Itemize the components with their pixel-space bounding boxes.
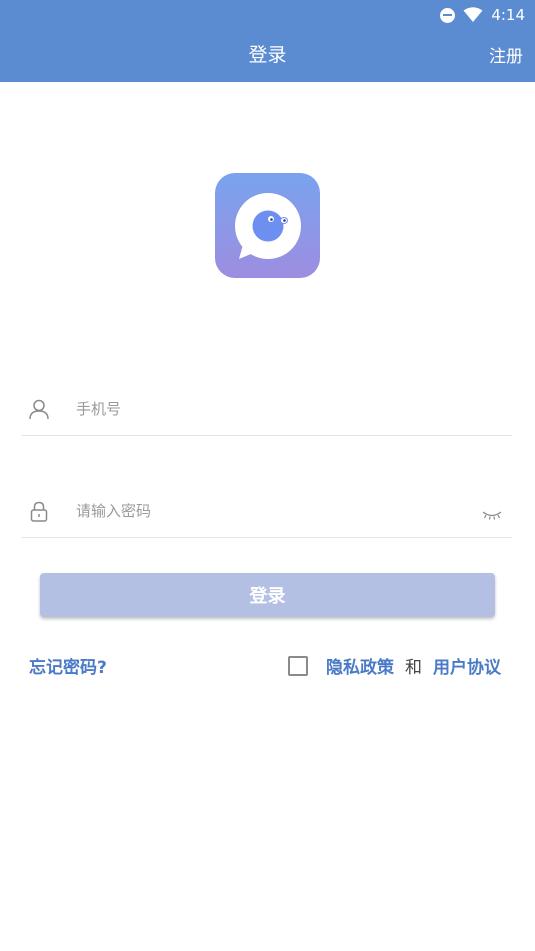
- privacy-policy-link[interactable]: 隐私政策: [326, 653, 394, 678]
- app-logo-icon: [235, 193, 301, 259]
- password-field: [22, 494, 512, 538]
- phone-input[interactable]: [76, 396, 476, 422]
- phone-field: [22, 392, 512, 436]
- app-logo: [215, 173, 320, 278]
- status-time: 4:14: [491, 6, 525, 24]
- forgot-password-link[interactable]: 忘记密码?: [29, 653, 107, 678]
- register-button[interactable]: 注册: [489, 42, 523, 67]
- wifi-icon: [463, 7, 483, 22]
- login-button[interactable]: 登录: [40, 573, 495, 617]
- agreement-row: 隐私政策 和 用户协议: [288, 653, 501, 678]
- status-bar: 4:14: [440, 4, 525, 26]
- user-icon: [29, 399, 49, 420]
- eye-closed-icon[interactable]: [482, 510, 502, 520]
- page-title: 登录: [248, 44, 287, 66]
- password-input[interactable]: [76, 498, 476, 524]
- user-agreement-link[interactable]: 用户协议: [433, 653, 501, 678]
- do-not-disturb-icon: [440, 7, 456, 23]
- app-bar: 4:14 登录 注册: [0, 0, 535, 82]
- agree-checkbox[interactable]: [288, 655, 308, 676]
- lock-icon: [30, 501, 48, 522]
- and-text: 和: [405, 658, 422, 678]
